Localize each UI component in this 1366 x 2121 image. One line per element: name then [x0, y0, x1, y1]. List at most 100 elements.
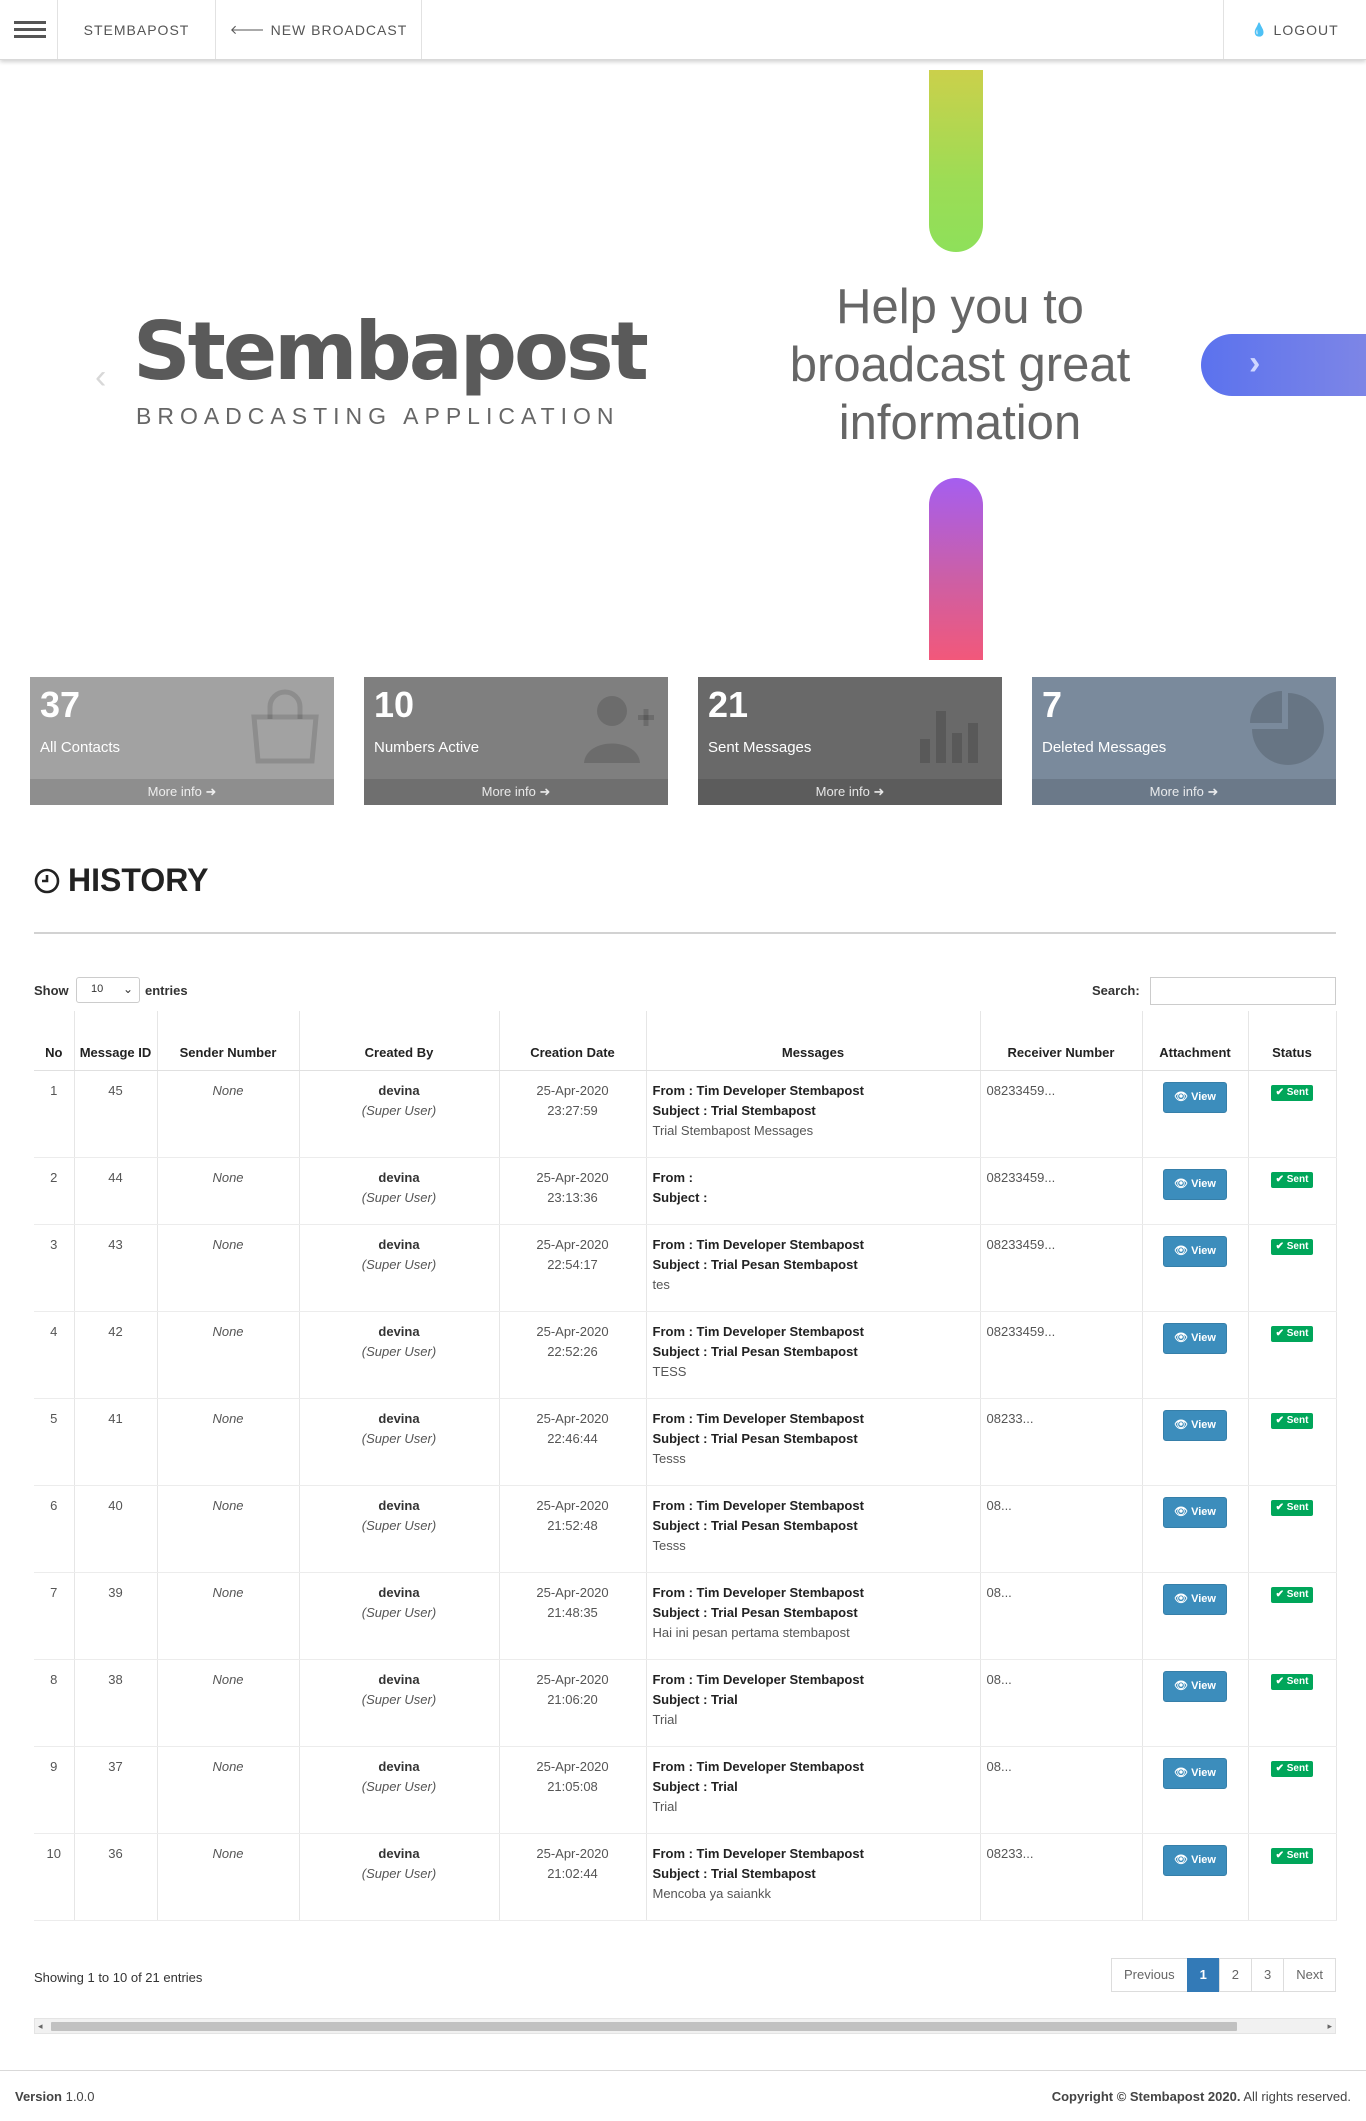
cell-creation-date: 25-Apr-2020 21:48:35: [499, 1572, 647, 1660]
message-id: 37: [108, 1758, 123, 1774]
pagination-page[interactable]: 3: [1251, 1958, 1285, 1992]
column-header[interactable]: No: [34, 1011, 75, 1071]
top-navbar: STEMBAPOST 🡐 NEW BROADCAST 💧 LOGOUT: [0, 0, 1366, 60]
sidebar-toggle-button[interactable]: [0, 0, 58, 59]
view-attachment-button[interactable]: 👁 View: [1163, 1496, 1227, 1528]
view-label: View: [1191, 1418, 1216, 1431]
view-attachment-button[interactable]: 👁 View: [1163, 1409, 1227, 1441]
table-row: 1 45 None devina (Super User) 25-Apr-202…: [34, 1070, 1337, 1158]
more-info-link[interactable]: More info ➜: [364, 779, 668, 805]
cell-message-id: 40: [74, 1485, 158, 1573]
nav-brand-link[interactable]: STEMBAPOST: [58, 0, 216, 59]
row-number: 8: [50, 1671, 58, 1687]
creator-name: devina: [378, 1236, 420, 1252]
column-header[interactable]: Messages: [646, 1011, 981, 1071]
column-header[interactable]: Receiver Number: [980, 1011, 1143, 1071]
cell-sender: None: [157, 1070, 300, 1158]
message-subject: Subject : Trial Stembapost: [652, 1865, 816, 1881]
new-broadcast-link[interactable]: 🡐 NEW BROADCAST: [216, 0, 422, 59]
cell-sender: None: [157, 1157, 300, 1225]
message-from: From : Tim Developer Stembapost: [652, 1758, 864, 1774]
check-icon: ✔: [1275, 1327, 1284, 1339]
view-attachment-button[interactable]: 👁 View: [1163, 1168, 1227, 1200]
view-attachment-button[interactable]: 👁 View: [1163, 1670, 1227, 1702]
message-id: 44: [108, 1169, 123, 1185]
cell-status: ✔ Sent: [1248, 1398, 1337, 1486]
version-number: 1.0.0: [65, 2089, 95, 2104]
more-info-link[interactable]: More info ➜: [698, 779, 1002, 805]
message-subject: Subject : Trial Pesan Stembapost: [652, 1256, 858, 1272]
carousel-prev-button[interactable]: ‹: [95, 358, 106, 397]
column-header[interactable]: Attachment: [1142, 1011, 1249, 1071]
history-heading: HISTORY: [34, 862, 208, 899]
message-from: From : Tim Developer Stembapost: [652, 1845, 864, 1861]
pagination-next[interactable]: Next: [1283, 1958, 1336, 1992]
scroll-left-icon[interactable]: ◂: [38, 2019, 43, 2033]
stat-label: All Contacts: [40, 739, 121, 756]
cell-sender: None: [157, 1311, 300, 1399]
arrow-circle-right-icon: ➜: [539, 784, 551, 799]
sender-number: None: [212, 1845, 244, 1861]
scrollbar-thumb[interactable]: [51, 2022, 1237, 2031]
new-broadcast-label: NEW BROADCAST: [270, 21, 408, 38]
check-icon: ✔: [1275, 1414, 1284, 1426]
carousel-next-button[interactable]: ›: [1201, 334, 1366, 396]
pagination-previous[interactable]: Previous: [1110, 1958, 1188, 1992]
logout-link[interactable]: 💧 LOGOUT: [1223, 0, 1366, 59]
clock-icon: [34, 868, 60, 893]
check-icon: ✔: [1275, 1762, 1284, 1774]
column-header[interactable]: Creation Date: [499, 1011, 647, 1071]
message-body: Tesss: [652, 1450, 686, 1466]
message-body: Trial Stembapost Messages: [652, 1122, 814, 1138]
table-info: Showing 1 to 10 of 21 entries: [34, 1970, 203, 1985]
status-label: Sent: [1286, 1086, 1309, 1098]
view-label: View: [1191, 1592, 1216, 1605]
cell-sender: None: [157, 1833, 300, 1921]
view-label: View: [1191, 1505, 1216, 1518]
column-header[interactable]: Sender Number: [157, 1011, 300, 1071]
copyright-holder: Copyright © Stembapost 2020.: [1051, 2089, 1241, 2104]
horizontal-scrollbar[interactable]: ◂ ▸: [34, 2018, 1336, 2034]
view-attachment-button[interactable]: 👁 View: [1163, 1081, 1227, 1113]
table-row: 8 38 None devina (Super User) 25-Apr-202…: [34, 1659, 1337, 1747]
page-size-select[interactable]: 10 ⌄: [76, 977, 140, 1003]
pagination-page[interactable]: 1: [1186, 1958, 1220, 1992]
view-attachment-button[interactable]: 👁 View: [1163, 1757, 1227, 1789]
view-attachment-button[interactable]: 👁 View: [1163, 1235, 1227, 1267]
check-icon: ✔: [1275, 1849, 1284, 1861]
column-header[interactable]: Created By: [299, 1011, 500, 1071]
table-row: 10 36 None devina (Super User) 25-Apr-20…: [34, 1833, 1337, 1921]
cell-no: 6: [34, 1485, 75, 1573]
view-label: View: [1191, 1090, 1216, 1103]
message-body: TESS: [652, 1363, 687, 1379]
message-from: From : Tim Developer Stembapost: [652, 1410, 864, 1426]
view-attachment-button[interactable]: 👁 View: [1163, 1583, 1227, 1615]
check-icon: ✔: [1275, 1675, 1284, 1687]
scroll-right-icon[interactable]: ▸: [1327, 2019, 1332, 2033]
check-icon: ✔: [1275, 1086, 1284, 1098]
creator-name: devina: [378, 1169, 420, 1185]
view-attachment-button[interactable]: 👁 View: [1163, 1844, 1227, 1876]
column-header[interactable]: Message ID: [74, 1011, 158, 1071]
message-from: From : Tim Developer Stembapost: [652, 1323, 864, 1339]
receiver-number: 08...: [986, 1671, 1012, 1687]
more-info-link[interactable]: More info ➜: [30, 779, 334, 805]
more-info-link[interactable]: More info ➜: [1032, 779, 1336, 805]
cell-message: From : Tim Developer Stembapost Subject …: [646, 1833, 981, 1921]
column-header[interactable]: Status: [1248, 1011, 1337, 1071]
eye-icon: 👁: [1174, 1177, 1189, 1190]
check-icon: ✔: [1275, 1501, 1284, 1513]
table-row: 3 43 None devina (Super User) 25-Apr-202…: [34, 1224, 1337, 1312]
cell-status: ✔ Sent: [1248, 1659, 1337, 1747]
cell-created-by: devina (Super User): [299, 1224, 500, 1312]
creator-name: devina: [378, 1845, 420, 1861]
sender-number: None: [212, 1082, 244, 1098]
view-attachment-button[interactable]: 👁 View: [1163, 1322, 1227, 1354]
stat-box-numbers-active: 10 Numbers Active More info ➜: [364, 677, 668, 805]
message-id: 45: [108, 1082, 123, 1098]
search-input[interactable]: [1150, 977, 1336, 1005]
cell-sender: None: [157, 1746, 300, 1834]
more-info-label: More info: [815, 784, 870, 799]
cell-attachment: 👁 View: [1142, 1485, 1249, 1573]
pagination-page[interactable]: 2: [1218, 1958, 1253, 1992]
